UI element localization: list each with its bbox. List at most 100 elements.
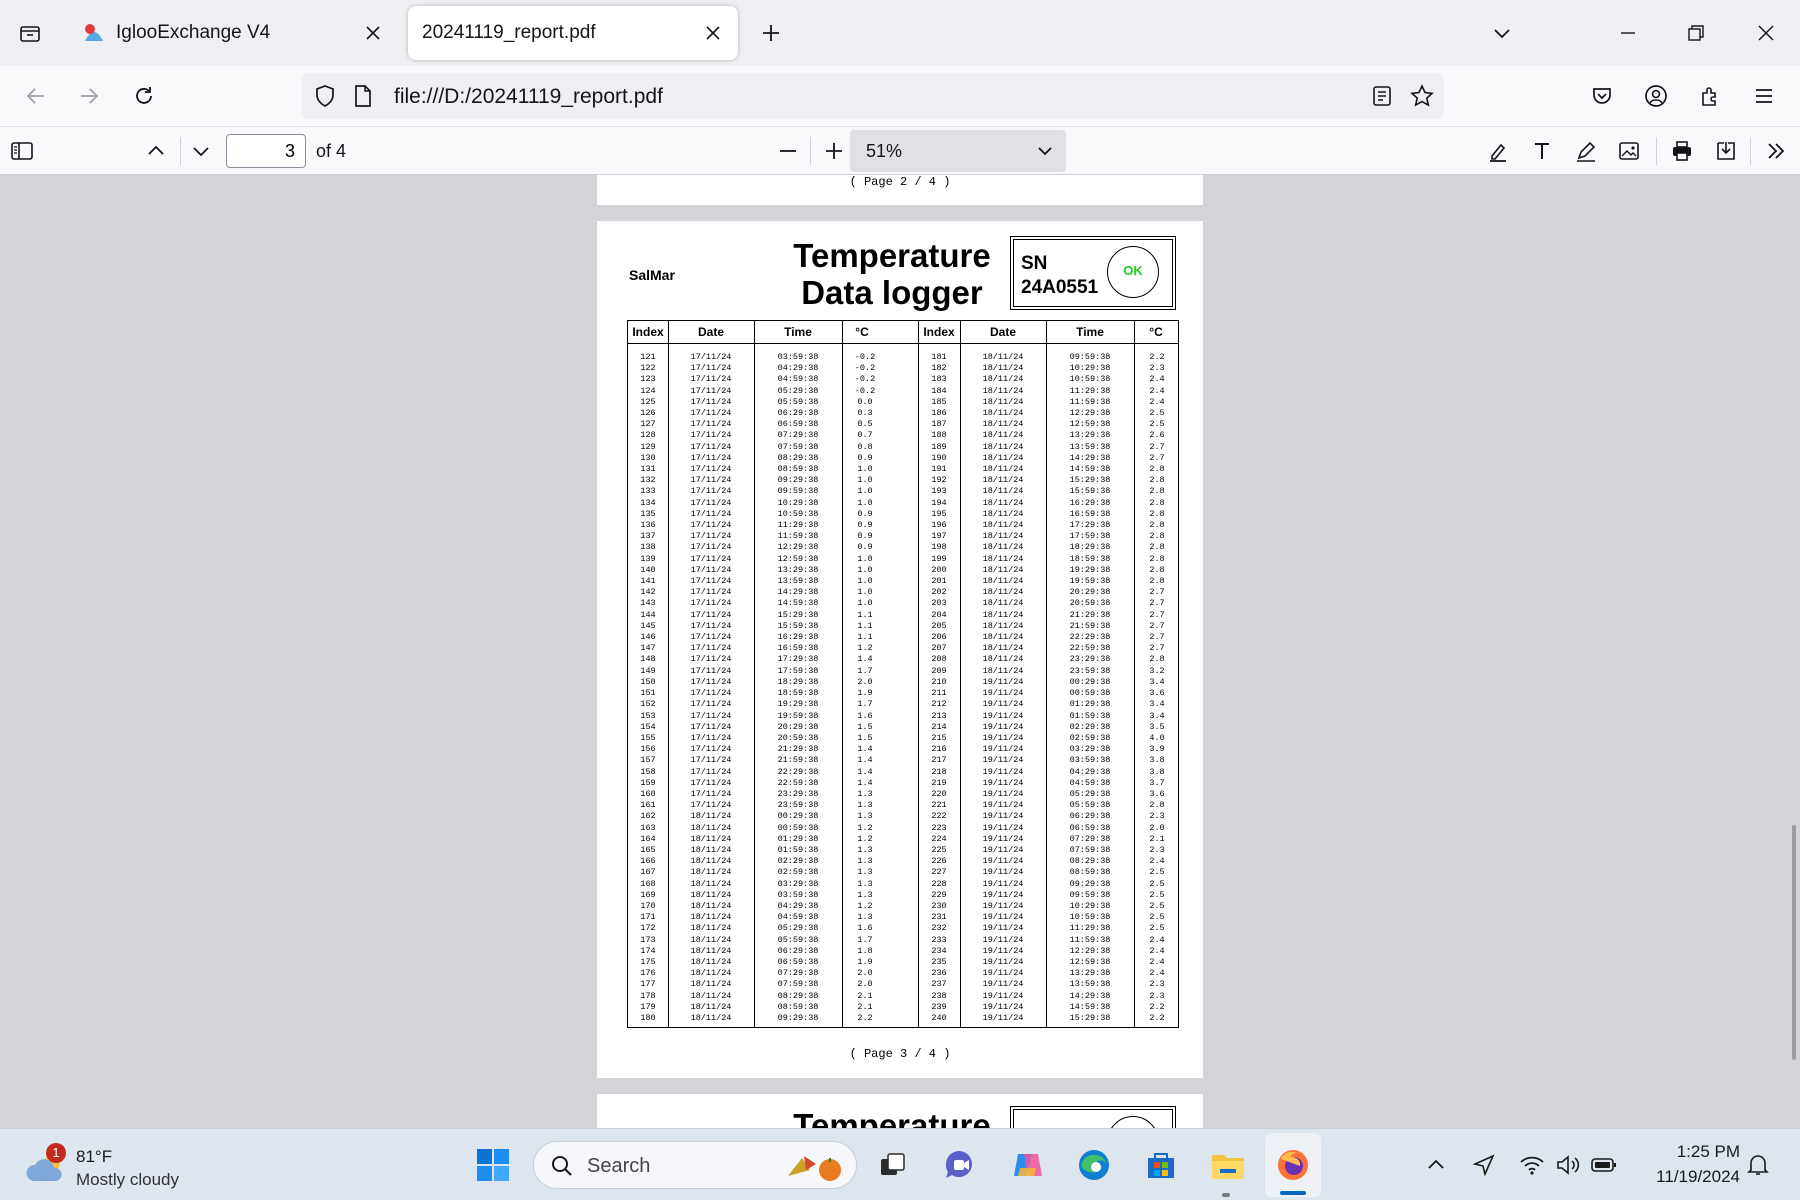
- previous-page-icon[interactable]: [138, 133, 174, 169]
- tab-pdf-report[interactable]: 20241119_report.pdf: [408, 6, 738, 60]
- table-cell: 18/11/24: [690, 1012, 732, 1023]
- table-cell: 17/11/24: [690, 699, 732, 710]
- extensions-icon[interactable]: [1692, 78, 1728, 114]
- table-cell: 2.5: [1149, 878, 1165, 889]
- table-cell: 04:29:38: [1069, 766, 1111, 777]
- table-cell: 0.7: [857, 430, 873, 441]
- menu-icon[interactable]: [1746, 78, 1782, 114]
- table-cell: 18/11/24: [982, 408, 1024, 419]
- table-cell: 2.1: [857, 990, 873, 1001]
- table-cell: 232: [931, 923, 947, 934]
- clock[interactable]: 1:25 PM 11/19/2024: [1620, 1139, 1740, 1189]
- table-cell: 3.9: [1149, 744, 1165, 755]
- table-cell: 205: [931, 620, 947, 631]
- table-cell: 19:59:38: [777, 710, 819, 721]
- table-cell: 12:59:38: [1069, 419, 1111, 430]
- more-tools-icon[interactable]: [1758, 133, 1794, 169]
- chevron-down-icon[interactable]: [1484, 15, 1520, 51]
- table-cell: 1.2: [857, 833, 873, 844]
- weather-widget[interactable]: 1 81°F Mostly cloudy: [22, 1143, 222, 1191]
- table-cell: 195: [931, 508, 947, 519]
- close-tab-icon[interactable]: [362, 22, 384, 44]
- show-hidden-icons-icon[interactable]: [1418, 1147, 1454, 1183]
- new-tab-icon[interactable]: [753, 15, 789, 51]
- weather-temperature: 81°F: [76, 1147, 113, 1166]
- url-bar[interactable]: file:///D:/20241119_report.pdf: [302, 73, 1444, 119]
- table-cell: 19/11/24: [982, 688, 1024, 699]
- table-cell: 12:59:38: [777, 553, 819, 564]
- forward-icon[interactable]: [71, 78, 107, 114]
- page-number-input[interactable]: 3: [226, 134, 306, 168]
- start-icon[interactable]: [471, 1143, 515, 1187]
- microsoft-store-icon[interactable]: [1139, 1143, 1183, 1187]
- zoom-in-icon[interactable]: [816, 133, 852, 169]
- autumn-leaves-icon: [782, 1148, 848, 1184]
- volume-icon[interactable]: [1550, 1147, 1586, 1183]
- table-cell: 141: [640, 576, 656, 587]
- location-icon[interactable]: [1466, 1147, 1502, 1183]
- table-cell: 21:29:38: [777, 744, 819, 755]
- tab-list-icon[interactable]: [12, 15, 48, 51]
- table-cell: 18/11/24: [982, 587, 1024, 598]
- table-cell: 133: [640, 486, 656, 497]
- back-icon[interactable]: [18, 78, 54, 114]
- pocket-icon[interactable]: [1584, 78, 1620, 114]
- battery-icon[interactable]: [1586, 1147, 1622, 1183]
- add-image-icon[interactable]: [1611, 133, 1647, 169]
- shield-icon[interactable]: [312, 83, 338, 109]
- url-text[interactable]: file:///D:/20241119_report.pdf: [394, 85, 663, 109]
- reader-view-icon[interactable]: [1370, 84, 1394, 108]
- table-cell: 1.1: [857, 609, 873, 620]
- table-cell: 18:29:38: [777, 676, 819, 687]
- table-cell: 186: [931, 408, 947, 419]
- table-cell: 2.8: [1149, 531, 1165, 542]
- table-cell: 153: [640, 710, 656, 721]
- teams-icon[interactable]: [938, 1143, 982, 1187]
- table-cell: 163: [640, 822, 656, 833]
- restore-icon[interactable]: [1678, 15, 1714, 51]
- table-cell: 22:29:38: [1069, 632, 1111, 643]
- close-window-icon[interactable]: [1748, 15, 1784, 51]
- table-cell: 1.4: [857, 654, 873, 665]
- table-cell: 222: [931, 811, 947, 822]
- edge-icon[interactable]: [1072, 1143, 1116, 1187]
- bookmark-star-icon[interactable]: [1409, 83, 1435, 109]
- print-icon[interactable]: [1664, 133, 1700, 169]
- save-icon[interactable]: [1708, 133, 1744, 169]
- minimize-icon[interactable]: [1610, 15, 1646, 51]
- tab-igloo-exchange[interactable]: IglooExchange V4: [66, 6, 396, 60]
- table-cell: 13:29:38: [1069, 968, 1111, 979]
- sidebar-toggle-icon[interactable]: [4, 133, 40, 169]
- task-view-icon[interactable]: [871, 1143, 915, 1187]
- table-cell: -0.2: [854, 352, 876, 362]
- table-cell: 03:59:38: [777, 352, 819, 362]
- table-cell: 07:29:38: [1069, 833, 1111, 844]
- reload-icon[interactable]: [126, 78, 162, 114]
- table-cell: 18/11/24: [690, 912, 732, 923]
- close-tab-icon[interactable]: [702, 22, 724, 44]
- table-cell: 19/11/24: [982, 755, 1024, 766]
- table-cell: 1.3: [857, 844, 873, 855]
- table-cell: 193: [931, 486, 947, 497]
- firefox-icon[interactable]: [1271, 1143, 1315, 1187]
- notification-center-icon[interactable]: [1740, 1147, 1776, 1183]
- table-cell: 18/11/24: [690, 856, 732, 867]
- table-cell: 17/11/24: [690, 632, 732, 643]
- scrollbar-thumb[interactable]: [1792, 825, 1796, 1060]
- table-cell: 07:59:38: [777, 441, 819, 452]
- status-badge: OK: [1107, 246, 1159, 298]
- draw-icon[interactable]: [1568, 133, 1604, 169]
- file-explorer-icon[interactable]: [1206, 1143, 1250, 1187]
- next-page-icon[interactable]: [183, 133, 219, 169]
- table-cell: 1.2: [857, 822, 873, 833]
- highlight-icon[interactable]: [1480, 133, 1516, 169]
- zoom-out-icon[interactable]: [770, 133, 806, 169]
- taskbar-search[interactable]: Search: [533, 1141, 857, 1189]
- table-cell: 03:29:38: [1069, 744, 1111, 755]
- copilot-icon[interactable]: [1005, 1143, 1049, 1187]
- pdf-viewer[interactable]: ( Page 2 / 4 ) SalMar Temperature Data l…: [0, 175, 1800, 1128]
- zoom-select[interactable]: 51%: [850, 130, 1066, 172]
- text-icon[interactable]: [1524, 133, 1560, 169]
- account-icon[interactable]: [1638, 78, 1674, 114]
- wifi-icon[interactable]: [1514, 1147, 1550, 1183]
